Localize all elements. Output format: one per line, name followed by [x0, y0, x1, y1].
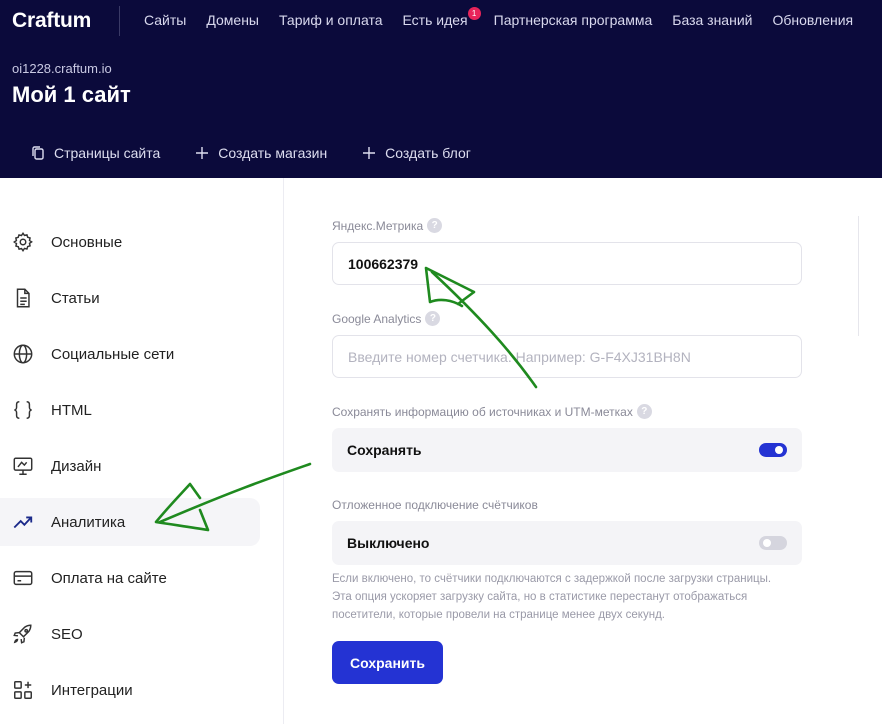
delayed-toggle-switch[interactable] [759, 536, 787, 550]
sidebar-item-label: HTML [51, 401, 92, 419]
analytics-settings: Яндекс.Метрика ? Google Analytics ? Сохр… [284, 178, 882, 724]
yandex-metrika-input[interactable] [332, 242, 802, 285]
plus-icon [363, 147, 376, 159]
nav-partner[interactable]: Партнерская программа [494, 12, 653, 28]
sidebar-item-integrations[interactable]: Интеграции [0, 666, 260, 714]
help-icon[interactable]: ? [427, 218, 443, 233]
sidebar-item-label: Статьи [51, 289, 100, 307]
sidebar-item-label: Оплата на сайте [51, 569, 167, 587]
sidebar-item-label: SEO [51, 625, 83, 643]
copy-icon [32, 146, 44, 160]
subnav-pages[interactable]: Страницы сайта [30, 145, 160, 161]
utm-toggle-row: Сохранять [332, 428, 802, 472]
yandex-metrika-label: Яндекс.Метрика ? [332, 218, 443, 233]
switch-knob [763, 539, 771, 547]
google-analytics-input[interactable] [332, 335, 802, 378]
sidebar-item-general[interactable]: Основные [0, 218, 260, 266]
sidebar-item-label: Основные [51, 233, 123, 251]
sidebar-item-label: Аналитика [51, 513, 126, 531]
trending-up-icon [11, 510, 35, 534]
sidebar-item-label: Дизайн [51, 457, 102, 475]
sidebar-item-social[interactable]: Социальные сети [0, 330, 260, 378]
sidebar-item-seo[interactable]: SEO [0, 610, 260, 658]
subnav-create-shop-label: Создать магазин [218, 145, 328, 161]
grid-icon [11, 678, 35, 702]
sidebar-item-design[interactable]: Дизайн [0, 442, 260, 490]
nav-domains[interactable]: Домены [206, 12, 259, 28]
nav-idea[interactable]: Есть идея 1 [402, 7, 481, 28]
delayed-toggle-label: Выключено [347, 535, 430, 551]
nav-knowledge-base[interactable]: База знаний [672, 12, 752, 28]
save-button[interactable]: Сохранить [332, 641, 443, 684]
craftum-logo[interactable]: Craftum [12, 9, 91, 33]
design-icon [11, 454, 35, 478]
utm-toggle-switch[interactable] [759, 443, 787, 457]
subnav-create-shop[interactable]: Создать магазин [194, 145, 327, 161]
site-subnav: Страницы сайта Создать магазин Создать б… [30, 145, 505, 161]
nav-idea-label: Есть идея [402, 12, 468, 28]
nav-sites[interactable]: Сайты [144, 12, 186, 28]
delayed-label: Отложенное подключение счётчиков [332, 498, 538, 512]
switch-knob [775, 446, 783, 454]
document-icon [11, 286, 35, 310]
google-analytics-label: Google Analytics ? [332, 311, 441, 326]
site-domain[interactable]: oi1228.craftum.io [12, 61, 112, 76]
gear-icon [11, 230, 35, 254]
globe-icon [11, 342, 35, 366]
sidebar-item-payment[interactable]: Оплата на сайте [0, 554, 260, 602]
sidebar-item-html[interactable]: HTML [0, 386, 260, 434]
utm-toggle-label: Сохранять [347, 442, 422, 458]
page-title: Мой 1 сайт [12, 82, 131, 107]
settings-sidebar: Основные Статьи Социальные сети HTML Диз… [0, 178, 284, 724]
sidebar-item-label: Социальные сети [51, 345, 175, 363]
help-icon[interactable]: ? [636, 404, 652, 419]
subnav-pages-label: Страницы сайта [54, 145, 161, 161]
rocket-icon [11, 622, 35, 646]
utm-label: Сохранять информацию об источниках и UTM… [332, 404, 652, 419]
delayed-label-text: Отложенное подключение счётчиков [332, 498, 538, 512]
notification-badge: 1 [467, 7, 481, 20]
card-icon [11, 566, 35, 590]
top-navigation: Сайты Домены Тариф и оплата Есть идея 1 … [144, 7, 873, 28]
yandex-metrika-label-text: Яндекс.Метрика [332, 218, 424, 233]
delayed-hint-text: Если включено, то счётчики подключаются … [332, 573, 772, 621]
google-analytics-label-text: Google Analytics [332, 311, 422, 326]
sidebar-item-articles[interactable]: Статьи [0, 274, 260, 322]
subnav-create-blog[interactable]: Создать блог [361, 145, 471, 161]
sidebar-item-analytics[interactable]: Аналитика [0, 498, 260, 546]
plus-icon [196, 147, 209, 159]
logo-divider [119, 6, 120, 36]
subnav-create-blog-label: Создать блог [385, 145, 471, 161]
delayed-toggle-row: Выключено [332, 521, 802, 565]
braces-icon [11, 398, 35, 422]
sidebar-item-label: Интеграции [51, 681, 133, 699]
nav-updates[interactable]: Обновления [772, 12, 853, 28]
app-header: Craftum Сайты Домены Тариф и оплата Есть… [0, 0, 882, 178]
help-icon[interactable]: ? [425, 311, 441, 326]
nav-tariff[interactable]: Тариф и оплата [279, 12, 383, 28]
scrollbar[interactable] [858, 216, 859, 336]
utm-label-text: Сохранять информацию об источниках и UTM… [332, 404, 633, 419]
